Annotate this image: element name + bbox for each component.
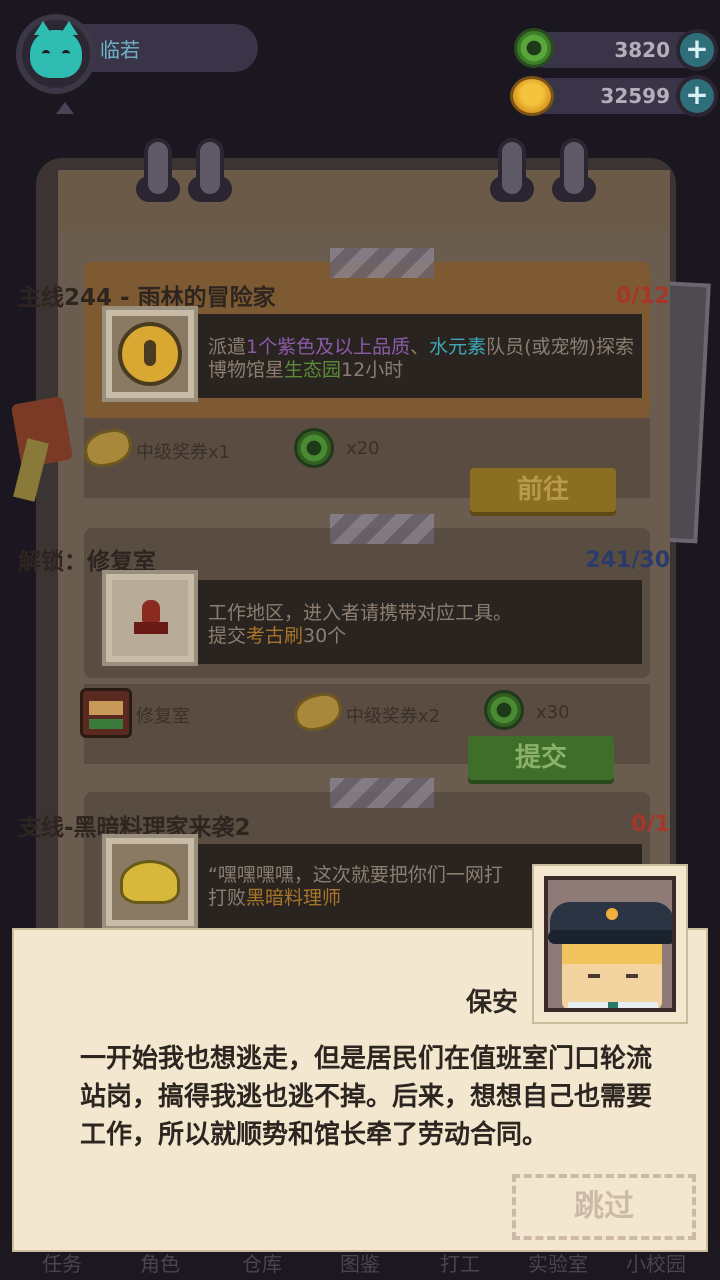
add-gems-button[interactable]: + (676, 29, 718, 71)
gold-coin-icon (510, 76, 554, 116)
nav-tab-quest[interactable]: 任务 (42, 1248, 82, 1277)
nav-tab-campus[interactable]: 小校园 (626, 1248, 686, 1277)
binder-ring (560, 138, 588, 198)
quest-description: 工作地区，进入者请携带对应工具。 提交考古刷30个 (208, 602, 513, 647)
dialog-text: 一开始我也想逃走，但是居民们在值班室门口轮流站岗，搞得我逃也逃不掉。后来，想想自… (80, 1044, 653, 1150)
reward-label: 中级奖券x1 (136, 442, 231, 463)
quest-progress: 0/12 (616, 284, 670, 309)
go-button[interactable]: 前往 (470, 468, 616, 512)
player-avatar[interactable] (16, 14, 96, 94)
quest-icon-frame (102, 834, 198, 930)
quest-progress: 241/30 (585, 548, 670, 573)
add-gold-button[interactable]: + (676, 75, 718, 117)
nav-tab-warehouse[interactable]: 仓库 (242, 1248, 282, 1277)
avatar-indicator-icon (56, 102, 74, 114)
green-coin-icon (294, 428, 334, 468)
green-coin-icon (484, 690, 524, 730)
cat-avatar-icon (30, 21, 82, 78)
gem-count: 3820 (614, 38, 670, 62)
gold-count: 32599 (600, 84, 670, 108)
nav-tab-work[interactable]: 打工 (440, 1248, 480, 1277)
dark-chef-icon (120, 860, 180, 904)
reward-label: 中级奖券x2 (346, 706, 441, 727)
gold-currency-bar: 32599 + (528, 75, 718, 117)
green-coin-icon (514, 28, 554, 68)
nav-tab-lab[interactable]: 实验室 (528, 1248, 588, 1277)
security-guard-icon (544, 876, 676, 1012)
quest-progress: 0/1 (631, 812, 670, 837)
stamp-icon (142, 600, 160, 622)
compass-icon (118, 322, 182, 386)
quest-icon-frame (102, 570, 198, 666)
game-screen: 临若 3820 + 32599 + 主线244 - 雨林的冒险家 0/12 派遣… (0, 0, 720, 1280)
quest-icon-frame (102, 306, 198, 402)
gem-currency-bar: 3820 + (528, 29, 718, 71)
quest-description: 派遣1个紫色及以上品质、水元素队员(或宠物)探索博物馆星生态园12小时 (208, 336, 634, 381)
nav-tab-character[interactable]: 角色 (140, 1248, 180, 1277)
reward-label: 修复室 (136, 706, 190, 727)
skip-button[interactable]: 跳过 (512, 1174, 696, 1240)
speaker-portrait (532, 864, 688, 1024)
reward-label: x20 (346, 438, 380, 459)
binder-ring (196, 138, 224, 198)
player-name: 临若 (100, 38, 140, 62)
repair-room-icon (80, 688, 132, 738)
nav-tab-catalog[interactable]: 图鉴 (340, 1248, 380, 1277)
submit-button[interactable]: 提交 (468, 736, 614, 780)
reward-label: x30 (536, 702, 570, 723)
binder-ring (498, 138, 526, 198)
binder-ring (144, 138, 172, 198)
speaker-name: 保安 (466, 988, 519, 1018)
